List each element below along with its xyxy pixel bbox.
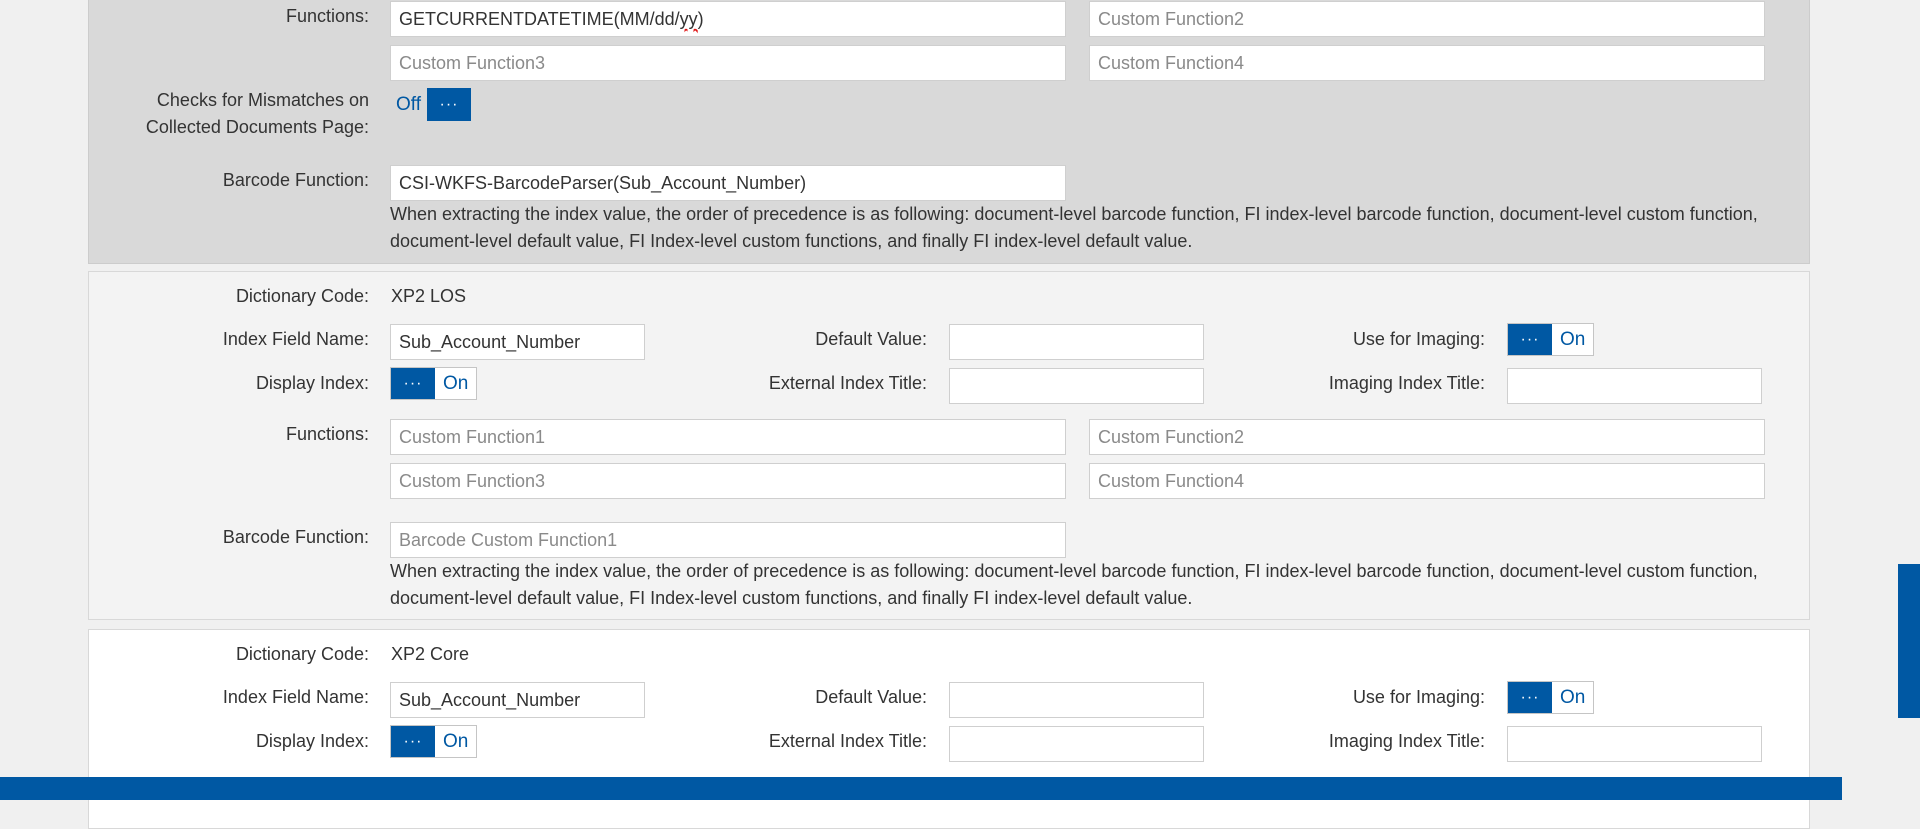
display-index-toggle[interactable]: ··· On bbox=[390, 725, 478, 758]
external-index-title-input[interactable] bbox=[949, 368, 1204, 404]
toggle-knob-icon: ··· bbox=[427, 88, 471, 121]
custom-function2-input[interactable]: Custom Function2 bbox=[1089, 1, 1765, 37]
imaging-index-title-input[interactable] bbox=[1507, 368, 1762, 404]
custom-function4-input[interactable]: Custom Function4 bbox=[1089, 463, 1765, 499]
custom-function1-input[interactable]: GETCURRENTDATETIME(MM/dd/yy) bbox=[390, 1, 1066, 37]
mismatch-toggle[interactable]: Off ··· bbox=[390, 88, 471, 121]
toggle-knob-icon: ··· bbox=[1508, 682, 1552, 713]
index-field-name-label: Index Field Name: bbox=[222, 687, 369, 707]
toggle-state-label: On bbox=[1560, 328, 1586, 350]
dictionary-code-label: Dictionary Code: bbox=[235, 286, 369, 306]
functions-label: Functions: bbox=[285, 6, 369, 26]
display-index-toggle[interactable]: ··· On bbox=[390, 367, 478, 400]
default-value-label: Default Value: bbox=[815, 329, 927, 349]
index-field-panel-2: Dictionary Code: XP2 LOS Index Field Nam… bbox=[88, 271, 1810, 620]
use-for-imaging-toggle[interactable]: ··· On bbox=[1507, 681, 1595, 714]
barcode-function-input[interactable]: CSI-WKFS-BarcodeParser(Sub_Account_Numbe… bbox=[390, 165, 1066, 201]
external-index-title-label: External Index Title: bbox=[768, 373, 927, 393]
dictionary-code-value: XP2 LOS bbox=[391, 286, 467, 306]
toggle-state-label: Off bbox=[396, 93, 421, 115]
toggle-state-label: On bbox=[443, 730, 469, 752]
barcode-function-input[interactable]: Barcode Custom Function1 bbox=[390, 522, 1066, 558]
precedence-note: When extracting the index value, the ord… bbox=[390, 561, 1758, 608]
imaging-index-title-label: Imaging Index Title: bbox=[1328, 373, 1485, 393]
toggle-state-label: On bbox=[443, 372, 469, 394]
use-for-imaging-label: Use for Imaging: bbox=[1352, 687, 1485, 707]
custom-function4-input[interactable]: Custom Function4 bbox=[1089, 45, 1765, 81]
custom-function1-input[interactable]: Custom Function1 bbox=[390, 419, 1066, 455]
barcode-function-label: Barcode Function: bbox=[222, 170, 369, 190]
dictionary-code-value: XP2 Core bbox=[391, 644, 470, 664]
toggle-knob-icon: ··· bbox=[391, 726, 435, 757]
index-field-panel-1: Functions: GETCURRENTDATETIME(MM/dd/yy) … bbox=[88, 0, 1810, 264]
barcode-function-label: Barcode Function: bbox=[222, 527, 369, 547]
default-value-input[interactable] bbox=[949, 682, 1204, 718]
custom-function3-input[interactable]: Custom Function3 bbox=[390, 45, 1066, 81]
use-for-imaging-toggle[interactable]: ··· On bbox=[1507, 323, 1595, 356]
display-index-label: Display Index: bbox=[255, 373, 369, 393]
index-field-name-input[interactable]: Sub_Account_Number bbox=[390, 324, 645, 360]
index-field-name-input[interactable]: Sub_Account_Number bbox=[390, 682, 645, 718]
external-index-title-input[interactable] bbox=[949, 726, 1204, 762]
toggle-state-label: On bbox=[1560, 686, 1586, 708]
external-index-title-label: External Index Title: bbox=[768, 731, 927, 751]
scrollbar-thumb[interactable] bbox=[1898, 564, 1920, 718]
toggle-knob-icon: ··· bbox=[1508, 324, 1552, 355]
custom-function2-input[interactable]: Custom Function2 bbox=[1089, 419, 1765, 455]
default-value-input[interactable] bbox=[949, 324, 1204, 360]
display-index-label: Display Index: bbox=[255, 731, 369, 751]
bottom-action-bar bbox=[0, 777, 1842, 800]
default-value-label: Default Value: bbox=[815, 687, 927, 707]
mismatch-label-line1: Checks for Mismatches on bbox=[156, 90, 369, 110]
dictionary-code-label: Dictionary Code: bbox=[235, 644, 369, 664]
precedence-note: When extracting the index value, the ord… bbox=[390, 204, 1758, 251]
imaging-index-title-label: Imaging Index Title: bbox=[1328, 731, 1485, 751]
imaging-index-title-input[interactable] bbox=[1507, 726, 1762, 762]
use-for-imaging-label: Use for Imaging: bbox=[1352, 329, 1485, 349]
toggle-knob-icon: ··· bbox=[391, 368, 435, 399]
custom-function3-input[interactable]: Custom Function3 bbox=[390, 463, 1066, 499]
functions-label: Functions: bbox=[285, 424, 369, 444]
index-field-name-label: Index Field Name: bbox=[222, 329, 369, 349]
mismatch-label-line2: Collected Documents Page: bbox=[145, 117, 369, 137]
